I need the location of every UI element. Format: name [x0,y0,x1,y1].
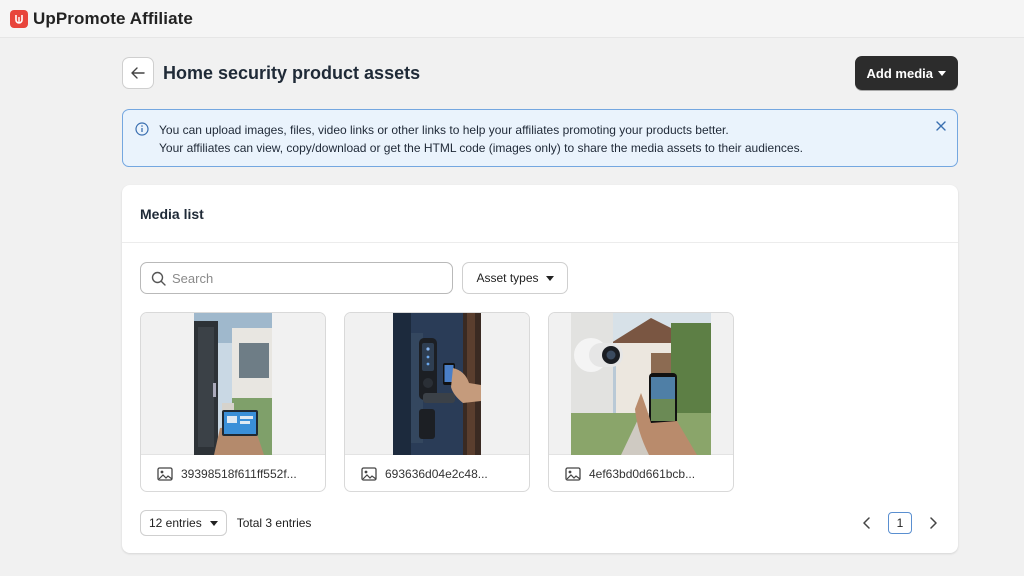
smart-lock-phone-image [393,313,481,455]
media-grid: 39398518f611ff552f... 693636d04e2c48... … [140,312,734,492]
banner-line-1: You can upload images, files, video link… [159,123,729,137]
media-thumbnail [549,313,733,455]
page-header: Home security product assets Add media [122,56,958,90]
security-camera-phone-image [571,313,711,455]
page-title: Home security product assets [163,62,421,83]
image-icon [361,466,377,481]
media-name: 693636d04e2c48... [385,466,488,481]
media-list-card: Media list Asset types [122,185,958,553]
chevron-left-icon [863,517,870,529]
media-thumbnail [141,313,325,455]
caret-down-icon [545,275,554,281]
search-icon [151,271,166,286]
chevron-right-icon [930,517,937,529]
back-button[interactable] [122,57,154,89]
media-item[interactable]: 4ef63bd0d661bcb... [548,312,734,492]
page-number-button[interactable]: 1 [888,512,912,534]
media-list-title: Media list [140,205,204,222]
arrow-left-icon [131,67,145,79]
uppromote-logo-icon [10,9,28,28]
caret-down-icon [938,70,946,76]
media-name: 39398518f611ff552f... [181,466,297,481]
asset-types-label: Asset types [476,271,539,285]
asset-types-dropdown[interactable]: Asset types [462,262,568,294]
media-label: 693636d04e2c48... [345,455,529,491]
banner-line-2: Your affiliates can view, copy/download … [159,141,803,155]
image-icon [157,466,173,481]
app-title: UpPromote Affiliate [33,8,193,28]
media-item[interactable]: 39398518f611ff552f... [140,312,326,492]
add-media-label: Add media [866,65,933,81]
total-entries: Total 3 entries [236,516,312,530]
pagination: 1 [860,512,940,534]
entries-label: 12 entries [149,516,202,530]
media-label: 39398518f611ff552f... [141,455,325,491]
add-media-button[interactable]: Add media [854,56,958,90]
top-bar: UpPromote Affiliate [0,0,1024,38]
media-name: 4ef63bd0d661bcb... [589,466,696,481]
media-label: 4ef63bd0d661bcb... [549,455,733,491]
media-thumbnail [345,313,529,455]
smart-door-tablet-image [194,313,272,455]
search-box[interactable] [140,262,453,294]
search-input[interactable] [172,270,442,286]
info-banner: You can upload images, files, video link… [122,109,958,167]
media-list-header: Media list [122,185,958,243]
close-icon[interactable] [935,120,947,132]
list-footer: 12 entries Total 3 entries 1 [140,510,940,536]
info-icon [135,122,149,136]
prev-page-button[interactable] [860,516,874,530]
image-icon [565,466,581,481]
media-item[interactable]: 693636d04e2c48... [344,312,530,492]
caret-down-icon [209,520,218,526]
next-page-button[interactable] [926,516,940,530]
entries-per-page-dropdown[interactable]: 12 entries [140,510,227,536]
